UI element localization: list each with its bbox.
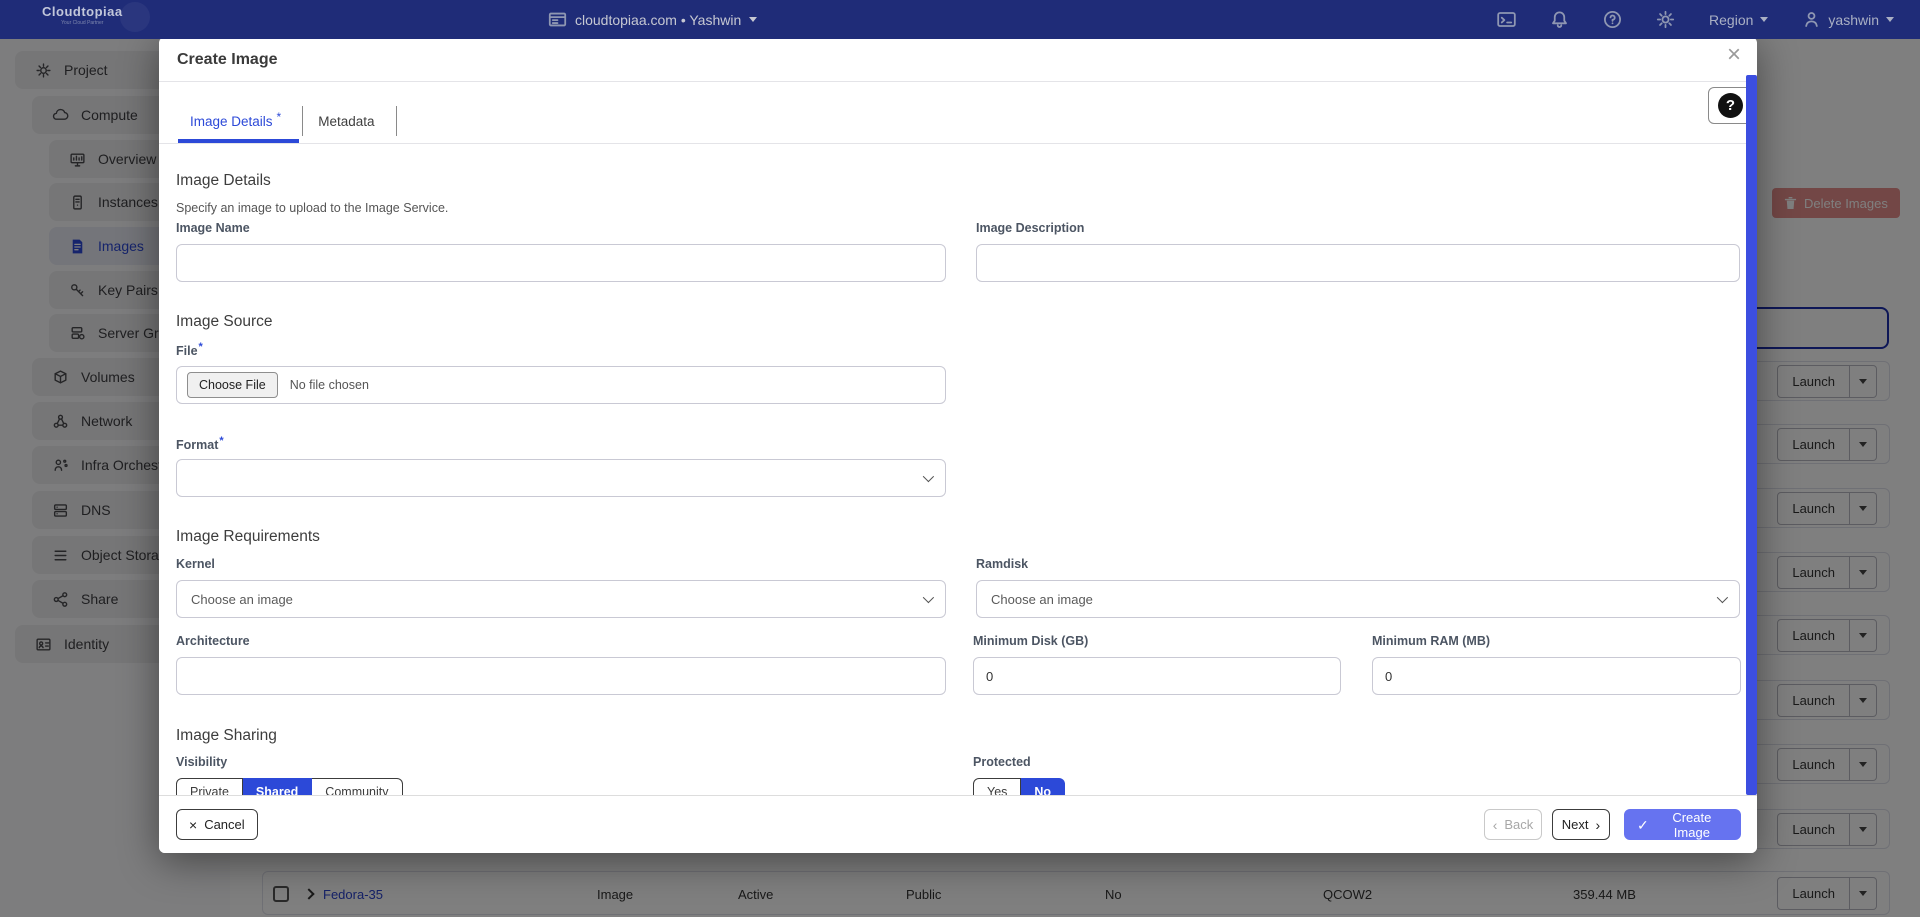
create-image-label: Create Image [1656,810,1728,840]
image-description-label: Image Description [976,221,1084,235]
navbar-actions: Region yashwin [1497,0,1894,39]
tab-separator [302,106,303,136]
cancel-x-icon: × [189,818,197,832]
min-ram-label: Minimum RAM (MB) [1372,634,1490,648]
kernel-select-value: Choose an image [191,592,293,607]
console-icon[interactable] [1497,10,1516,29]
modal-title: Create Image [177,51,278,69]
create-image-button[interactable]: ✓ Create Image [1624,809,1741,840]
required-asterisk: * [199,341,203,353]
section-description: Specify an image to upload to the Image … [176,201,448,215]
visibility-label: Visibility [176,755,227,769]
user-menu[interactable]: yashwin [1802,10,1894,29]
ramdisk-select-value: Choose an image [991,592,1093,607]
context-label: cloudtopiaa.com • Yashwin [575,12,741,28]
region-label: Region [1709,12,1753,28]
file-label: File* [176,341,203,358]
architecture-input[interactable] [176,657,946,695]
kernel-label: Kernel [176,557,215,571]
project-list-icon [548,10,567,29]
section-heading-image-sharing: Image Sharing [176,727,277,745]
no-file-chosen-text: No file chosen [290,378,369,392]
next-arrow-icon: › [1596,818,1601,832]
brand-tagline: Your Cloud Partner [42,20,123,26]
section-heading-image-source: Image Source [176,313,273,331]
tab-label: Image Details [190,114,273,129]
next-button[interactable]: Next › [1552,809,1610,840]
project-context-switcher[interactable]: cloudtopiaa.com • Yashwin [548,0,757,39]
ramdisk-select[interactable]: Choose an image [976,580,1740,618]
image-description-input[interactable] [976,244,1740,282]
file-input[interactable]: Choose File No file chosen [176,366,946,404]
protected-label: Protected [973,755,1031,769]
image-name-label: Image Name [176,221,250,235]
top-navbar: Cloudtopiaa Your Cloud Partner cloudtopi… [0,0,1920,39]
brand-emblem [120,2,150,32]
chevron-down-icon [923,471,934,482]
user-caret-icon [1886,17,1894,22]
format-select[interactable] [176,459,946,497]
brand-name: Cloudtopiaa [42,4,123,19]
tab-label: Metadata [318,114,374,129]
tab-image-details[interactable]: Image Details * [178,99,299,143]
context-caret-icon [749,17,757,22]
help-icon[interactable] [1603,10,1622,29]
tab-separator [396,106,397,136]
section-heading-image-details: Image Details [176,172,271,190]
ramdisk-label: Ramdisk [976,557,1028,571]
create-image-modal: Create Image × Image Details * Metadata … [159,37,1757,853]
tab-metadata[interactable]: Metadata [306,99,392,143]
check-icon: ✓ [1637,818,1649,832]
back-label: Back [1504,817,1533,832]
region-caret-icon [1760,17,1768,22]
architecture-label: Architecture [176,634,250,648]
brand-logo[interactable]: Cloudtopiaa Your Cloud Partner [42,4,123,26]
modal-close-icon[interactable]: × [1727,43,1741,67]
region-menu[interactable]: Region [1709,12,1768,28]
choose-file-button[interactable]: Choose File [187,372,278,398]
chevron-down-icon [1717,592,1728,603]
help-question-icon: ? [1718,93,1743,118]
back-arrow-icon: ‹ [1493,818,1498,832]
tabs-divider [159,143,1757,144]
chevron-down-icon [923,592,934,603]
section-heading-image-requirements: Image Requirements [176,528,320,546]
required-asterisk: * [219,435,223,447]
modal-footer: × Cancel ‹ Back Next › ✓ Create Image [159,795,1757,853]
min-disk-label: Minimum Disk (GB) [973,634,1088,648]
settings-gear-icon[interactable] [1656,10,1675,29]
notifications-bell-icon[interactable] [1550,10,1569,29]
modal-scrollbar[interactable] [1746,75,1757,795]
kernel-select[interactable]: Choose an image [176,580,946,618]
modal-tabs: Image Details * Metadata [178,99,400,143]
min-ram-input[interactable] [1372,657,1741,695]
user-icon [1802,10,1821,29]
cancel-label: Cancel [204,817,244,832]
header-divider [159,81,1757,82]
back-button[interactable]: ‹ Back [1484,809,1542,840]
min-disk-input[interactable] [973,657,1341,695]
next-label: Next [1562,817,1589,832]
cancel-button[interactable]: × Cancel [176,809,258,840]
username-label: yashwin [1828,12,1879,28]
image-name-input[interactable] [176,244,946,282]
format-label: Format* [176,435,224,452]
required-asterisk: * [277,110,282,124]
